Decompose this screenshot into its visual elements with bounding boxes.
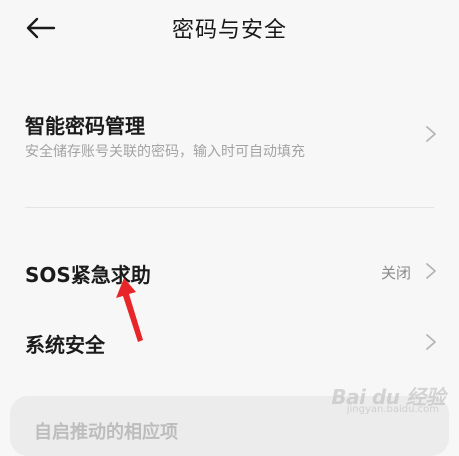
chevron-right-icon [426, 334, 436, 350]
row-system-security[interactable]: 系统安全 [0, 318, 459, 364]
row-password-manager-subtitle: 安全储存账号关联的密码，输入时可自动填充 [25, 144, 305, 160]
page-title: 密码与安全 [171, 18, 287, 43]
row-sos-emergency[interactable]: SOS紧急求助 关闭 [0, 248, 459, 294]
watermark-subtext: jingyan.baidu.com [346, 404, 439, 415]
chevron-right-icon [426, 126, 436, 142]
settings-screen: 密码与安全 智能密码管理 安全储存账号关联的密码，输入时可自动填充 SOS紧急求… [0, 0, 459, 456]
section-divider [25, 207, 434, 208]
row-system-security-title: 系统安全 [25, 333, 105, 357]
chevron-right-icon [426, 263, 436, 279]
header: 密码与安全 [0, 0, 459, 58]
row-sos-status: 关闭 [380, 264, 411, 282]
row-password-manager-title: 智能密码管理 [25, 114, 145, 138]
row-password-manager[interactable]: 智能密码管理 安全储存账号关联的密码，输入时可自动填充 [0, 100, 459, 180]
bottom-card-title: 自启推动的相应项 [34, 422, 178, 443]
annotation-arrow-icon [116, 278, 143, 342]
